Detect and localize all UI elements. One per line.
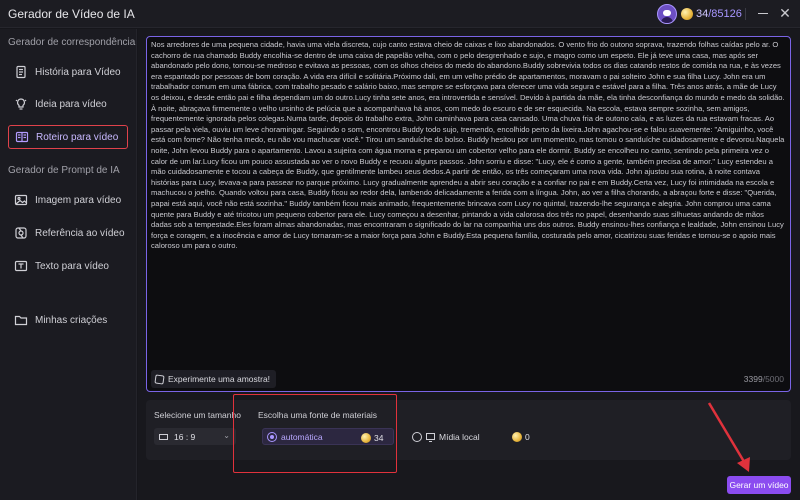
sidebar-item-label: Imagem para vídeo: [35, 194, 122, 206]
close-icon[interactable]: ✕: [778, 6, 792, 20]
lightbulb-icon: [14, 97, 28, 111]
source-option-auto[interactable]: automática 34: [262, 428, 394, 445]
try-sample-button[interactable]: Experimente uma amostra!: [151, 370, 277, 388]
ratio-label: Selecione um tamanho: [154, 410, 241, 420]
sidebar-item-idea-to-video[interactable]: Ideia para vídeo: [8, 92, 128, 116]
source-option-local[interactable]: Mídia local 0: [412, 428, 538, 445]
title-bar: Gerador de Vídeo de IA 34/85126 ✕: [0, 0, 800, 28]
sidebar-item-label: Minhas criações: [35, 314, 108, 326]
sidebar-item-text-to-video[interactable]: Texto para vídeo: [8, 254, 128, 278]
try-sample-label: Experimente uma amostra!: [168, 374, 271, 384]
character-counter: 3399/5000: [744, 374, 784, 384]
sidebar-item-label: Referência ao vídeo: [35, 227, 125, 239]
source-local-cost: 0: [512, 432, 530, 442]
radio-unchecked-icon[interactable]: [412, 431, 422, 442]
sidebar-item-label: Roteiro para vídeo: [36, 131, 119, 143]
radio-checked-icon[interactable]: [267, 431, 277, 442]
char-count: 3399: [743, 374, 763, 384]
credits-total: /85126: [708, 8, 742, 20]
aspect-ratio-value: 16 : 9: [174, 431, 196, 442]
generate-video-button[interactable]: Gerar um vídeo: [727, 476, 791, 494]
script-icon: [15, 130, 29, 144]
app-title: Gerador de Vídeo de IA: [8, 7, 135, 21]
sidebar-item-label: Ideia para vídeo: [35, 98, 107, 110]
sidebar-item-script-to-video[interactable]: Roteiro para vídeo: [8, 125, 128, 149]
coin-icon: [361, 433, 371, 443]
reference-icon: [14, 226, 28, 240]
coin-icon: [512, 432, 522, 442]
sidebar-section-matching: Gerador de correspondência ...: [8, 37, 147, 48]
sidebar-item-story-to-video[interactable]: História para Vídeo: [8, 60, 128, 84]
source-local-cost-value: 0: [525, 432, 530, 442]
sidebar-section-prompt: Gerador de Prompt de IA: [8, 165, 120, 176]
user-avatar[interactable]: [657, 4, 677, 24]
options-panel: Selecione um tamanho 16 : 9 ⌄ Escolha um…: [146, 400, 791, 460]
sidebar-item-image-to-video[interactable]: Imagem para vídeo: [8, 188, 128, 212]
aspect-ratio-select[interactable]: 16 : 9 ⌄: [154, 428, 236, 445]
dice-icon: [154, 373, 165, 385]
sidebar: Gerador de correspondência ... História …: [0, 29, 146, 500]
credits-used: 34: [696, 8, 709, 20]
sidebar-item-my-creations[interactable]: Minhas criações: [8, 308, 128, 332]
source-auto-cost-value: 34: [374, 433, 384, 443]
image-icon: [14, 193, 28, 207]
sidebar-item-reference-to-video[interactable]: Referência ao vídeo: [8, 221, 128, 245]
aspect-ratio-icon: [159, 433, 168, 440]
monitor-icon: [426, 433, 435, 442]
sidebar-item-label: História para Vídeo: [35, 66, 121, 78]
char-limit: /5000: [762, 374, 784, 384]
source-auto-cost: 34: [361, 433, 383, 443]
source-label: Escolha uma fonte de materiais: [258, 410, 378, 420]
script-textarea[interactable]: Nos arredores de uma pequena cidade, hav…: [149, 40, 787, 330]
source-auto-label: automática: [281, 431, 323, 442]
chevron-down-icon: ⌄: [223, 431, 230, 440]
source-local-label: Mídia local: [439, 431, 480, 442]
script-editor[interactable]: Nos arredores de uma pequena cidade, hav…: [146, 36, 791, 392]
titlebar-divider: [745, 8, 746, 20]
folder-icon: [14, 313, 28, 327]
minimize-icon[interactable]: [758, 13, 768, 14]
sidebar-item-label: Texto para vídeo: [35, 260, 109, 272]
credits-display: 34/85126: [696, 8, 742, 20]
coin-icon: [681, 8, 693, 20]
main-panel: Nos arredores de uma pequena cidade, hav…: [138, 29, 800, 500]
text-icon: [14, 259, 28, 273]
book-icon: [14, 65, 28, 79]
